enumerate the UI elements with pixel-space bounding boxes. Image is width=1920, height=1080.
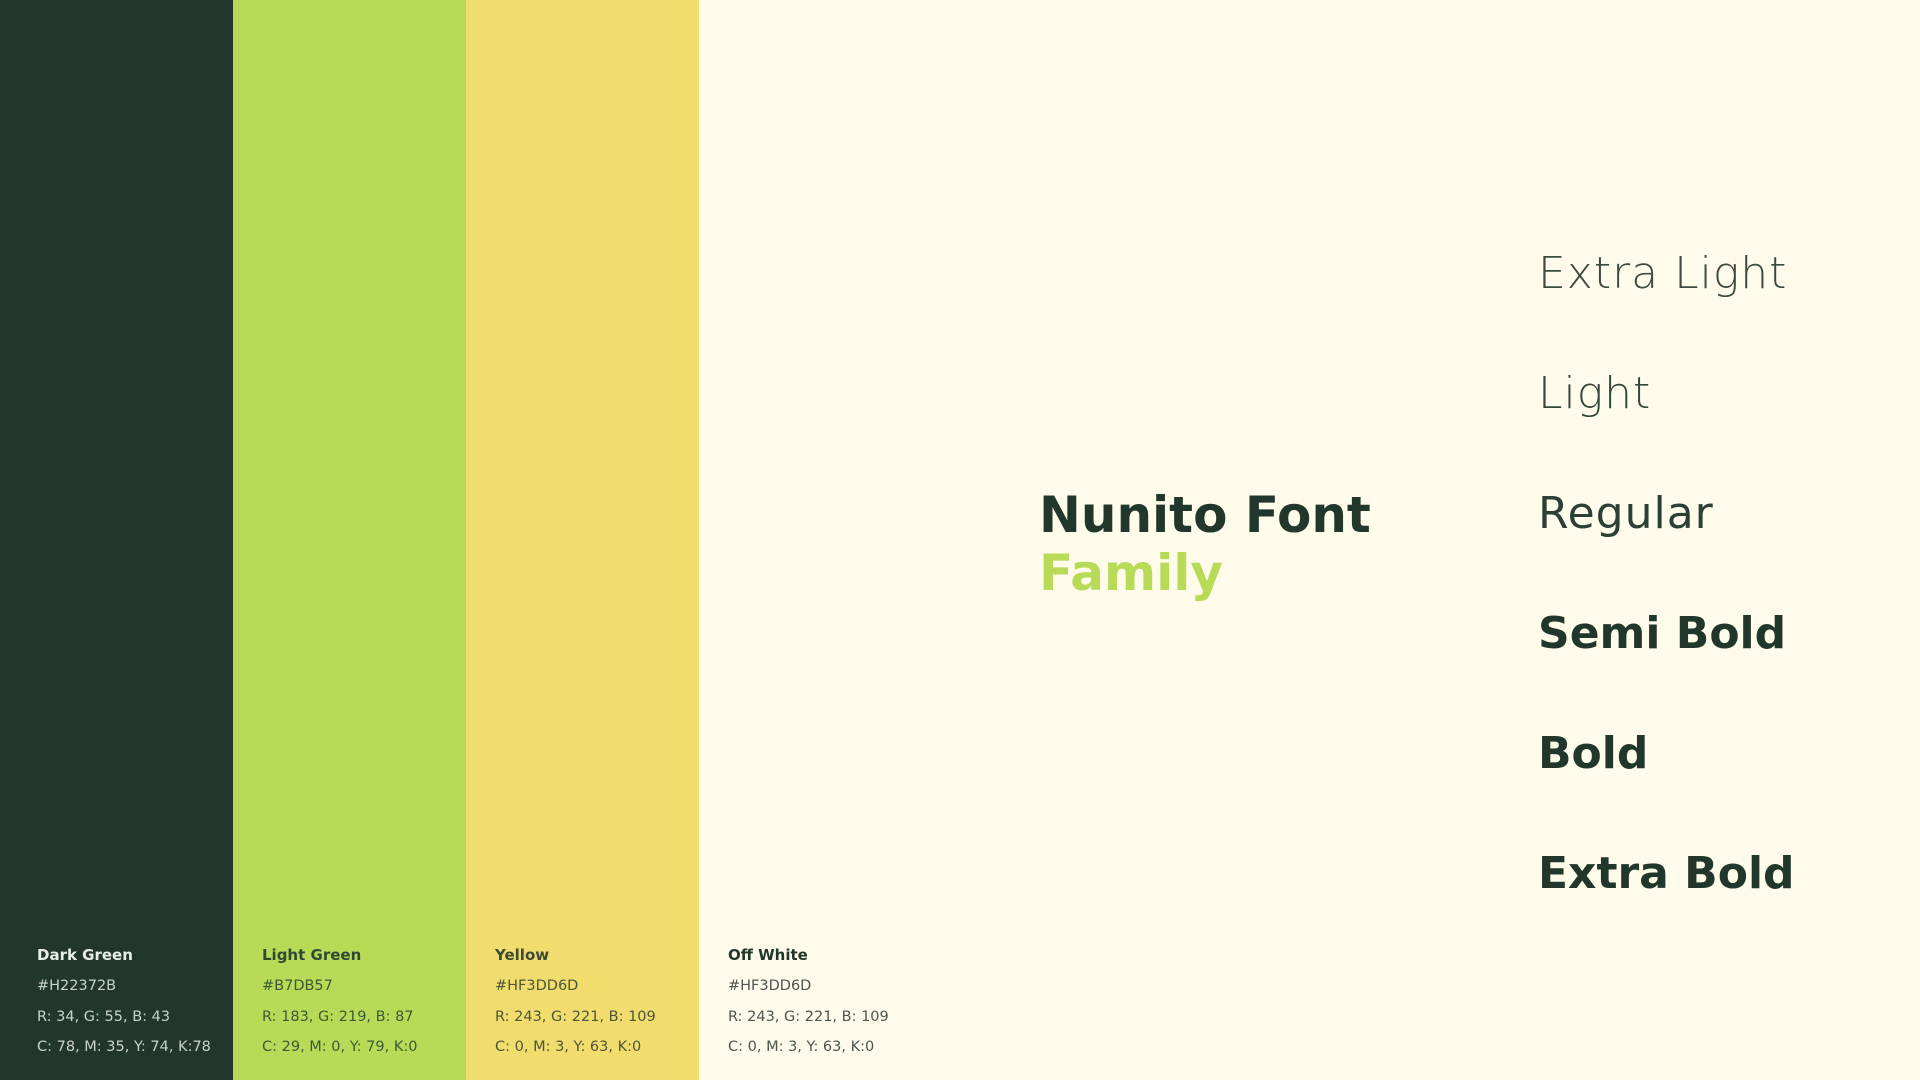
swatch-cmyk: C: 0, M: 3, Y: 63, K:0: [495, 1039, 642, 1055]
swatch-rgb: R: 243, G: 221, B: 109: [495, 1008, 656, 1025]
swatch-light-green: [233, 0, 466, 1080]
font-family-title: Nunito Font Family: [1039, 486, 1371, 602]
weight-sample-extra-light: Extra Light: [1538, 248, 1788, 299]
swatch-cmyk: C: 29, M: 0, Y: 79, K:0: [262, 1039, 418, 1055]
swatch-cmyk: C: 78, M: 35, Y: 74, K:78: [37, 1039, 211, 1055]
swatch-hex: #H22372B: [37, 978, 117, 994]
swatch-name: Yellow: [495, 946, 550, 964]
swatch-name: Light Green: [262, 946, 362, 964]
swatch-info-dark-green: Dark Green #H22372B R: 34, G: 55, B: 43 …: [37, 948, 211, 1071]
weight-sample-extra-bold: Extra Bold: [1538, 848, 1795, 899]
swatch-rgb: R: 183, G: 219, B: 87: [262, 1008, 414, 1025]
brand-palette-board: Dark Green #H22372B R: 34, G: 55, B: 43 …: [0, 0, 1920, 1080]
swatch-yellow: [466, 0, 699, 1080]
swatch-info-light-green: Light Green #B7DB57 R: 183, G: 219, B: 8…: [262, 948, 417, 1071]
swatch-hex: #HF3DD6D: [495, 978, 579, 994]
swatch-name: Dark Green: [37, 946, 133, 964]
weight-sample-bold: Bold: [1538, 728, 1649, 779]
swatch-name: Off White: [728, 946, 808, 964]
swatch-hex: #HF3DD6D: [728, 978, 812, 994]
swatch-hex: #B7DB57: [262, 978, 333, 994]
swatch-dark-green: [0, 0, 233, 1080]
swatch-rgb: R: 34, G: 55, B: 43: [37, 1008, 171, 1025]
font-weight-list: Extra Light Light Regular Semi Bold Bold…: [1538, 246, 1795, 966]
weight-sample-semi-bold: Semi Bold: [1538, 608, 1787, 659]
swatch-info-yellow: Yellow #HF3DD6D R: 243, G: 221, B: 109 C…: [495, 948, 656, 1071]
swatch-info-off-white: Off White #HF3DD6D R: 243, G: 221, B: 10…: [728, 948, 889, 1071]
font-family-title-line2: Family: [1039, 544, 1223, 602]
weight-sample-light: Light: [1538, 368, 1652, 419]
weight-sample-regular: Regular: [1538, 488, 1714, 539]
font-family-title-line1: Nunito Font: [1039, 486, 1371, 544]
swatch-cmyk: C: 0, M: 3, Y: 63, K:0: [728, 1039, 875, 1055]
swatch-rgb: R: 243, G: 221, B: 109: [728, 1008, 889, 1025]
